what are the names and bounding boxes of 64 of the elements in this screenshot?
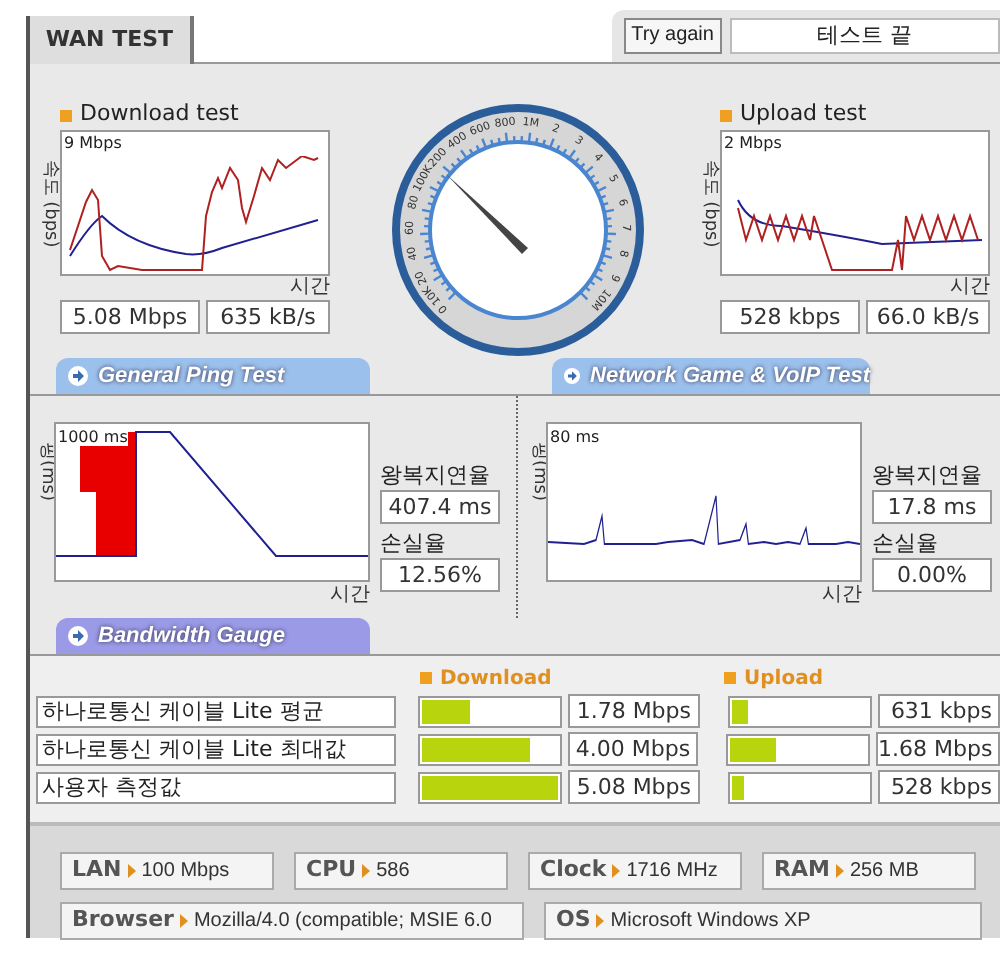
column-header: Download (440, 665, 554, 693)
rate-value: 635 kB/s (206, 300, 330, 334)
try-again-button[interactable]: Try again (623, 18, 722, 54)
section-title: Upload test (740, 98, 867, 131)
download-value: 1.78 Mbps (568, 694, 700, 728)
triangle-icon (596, 914, 605, 928)
upload-value: 1.68 Mbps (876, 732, 1000, 766)
triangle-icon (835, 864, 844, 878)
wan-test-tab[interactable]: WAN TEST (29, 16, 194, 64)
info-label: Browser (72, 904, 174, 937)
upload-value: 631 kbps (877, 694, 1000, 728)
info-label: CPU (306, 854, 357, 887)
upload-value: 528 kbps (877, 770, 1000, 804)
info-value: Microsoft Windows XP (610, 908, 811, 936)
bullet-icon (724, 672, 736, 684)
loss-value: 12.56% (380, 558, 500, 592)
speed-value: 5.08 Mbps (60, 300, 200, 334)
axis-max-label: 80 ms (550, 428, 600, 446)
info-label: RAM (774, 854, 830, 887)
info-label: OS (556, 904, 591, 937)
column-header: Upload (744, 665, 823, 693)
axis-label: 시간 (822, 582, 862, 610)
gauge-needle (446, 174, 528, 254)
triangle-icon (362, 864, 371, 878)
info-value: Mozilla/4.0 (compatible; MSIE 6.0 (193, 908, 492, 936)
axis-label: 시간 (330, 582, 370, 610)
row-label: 하나로통신 케이블 Lite 최대값 (36, 733, 396, 765)
download-value: 4.00 Mbps (567, 732, 699, 766)
triangle-icon (127, 864, 136, 878)
axis-label: 시간 (290, 276, 330, 300)
arrow-icon (564, 366, 581, 386)
status-field: 테스트 끝 (729, 18, 1000, 54)
info-value: 1716 MHz (626, 858, 718, 886)
info-value: 100 Mbps (141, 858, 230, 886)
axis-max-label: 9 Mbps (64, 134, 122, 152)
section-title: Download test (80, 98, 239, 131)
latency-value: 17.8 ms (872, 490, 992, 524)
axis-max-label: 1000 ms (58, 428, 128, 446)
bullet-icon (420, 672, 432, 684)
speed-value: 528 kbps (720, 300, 860, 334)
info-label: Clock (540, 854, 607, 887)
latency-label: 왕복지연율 (380, 462, 492, 490)
download-value: 5.08 Mbps (568, 770, 700, 804)
axis-label: 시간 (950, 276, 990, 300)
triangle-icon (179, 914, 188, 928)
row-label: 하나로통신 케이블 Lite 평균 (36, 695, 397, 727)
row-label: 사용자 측정값 (36, 771, 397, 803)
bullet-icon (720, 109, 732, 121)
axis-label: 속도 (bps) (697, 159, 722, 247)
loss-label: 손실율 (872, 530, 940, 558)
info-label: LAN (72, 854, 122, 887)
info-value: 586 (376, 858, 410, 886)
arrow-icon (68, 626, 88, 646)
triangle-icon (612, 864, 621, 878)
rate-value: 66.0 kB/s (866, 300, 990, 334)
info-value: 256 MB (849, 858, 919, 886)
latency-label: 왕복지연율 (872, 462, 984, 490)
loss-value: 0.00% (872, 558, 992, 592)
latency-value: 407.4 ms (380, 490, 500, 524)
bullet-icon (60, 109, 72, 121)
axis-label: 속도 (bps) (37, 159, 62, 247)
axis-max-label: 2 Mbps (724, 134, 782, 152)
arrow-icon (68, 366, 88, 386)
loss-label: 손실율 (380, 530, 448, 558)
